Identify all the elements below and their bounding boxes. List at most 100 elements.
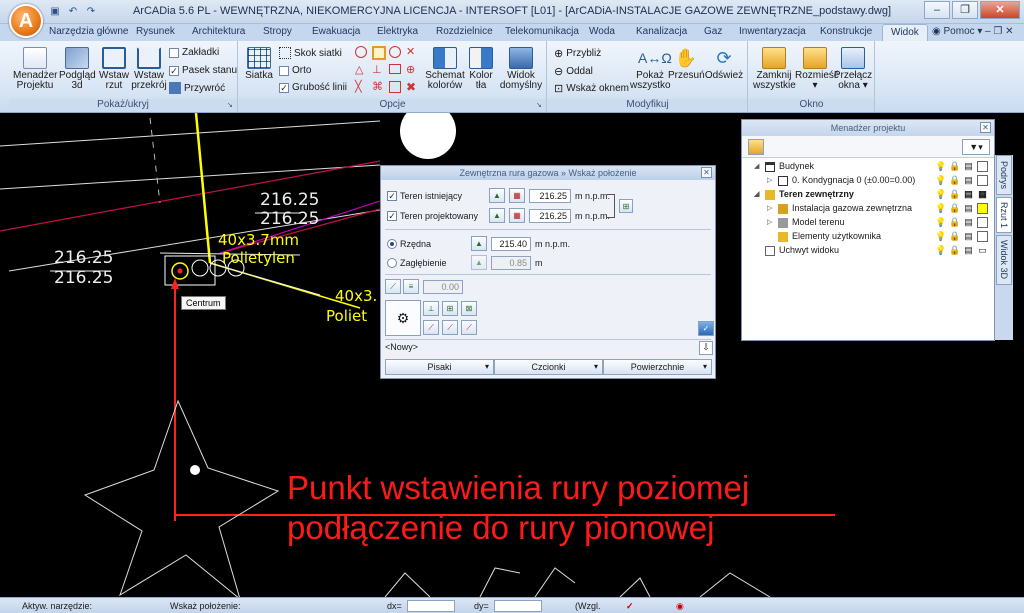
wstaw-przekroj-button[interactable]: Wstaw przekrój: [131, 47, 167, 91]
visibility-bulb-icon[interactable]: 💡: [935, 217, 946, 228]
skok-siatki-button[interactable]: Skok siatki: [279, 47, 342, 59]
grubosc-check[interactable]: ✓: [279, 82, 289, 93]
panel-close-icon[interactable]: ✕: [980, 122, 991, 133]
print-icon[interactable]: ▤: [963, 217, 974, 228]
dx-input[interactable]: [407, 600, 455, 612]
style-select[interactable]: <Nowy> ⇩: [385, 341, 713, 356]
przelacz-okna-button[interactable]: Przełącz okna ▾: [833, 47, 873, 91]
slope-pick-icon[interactable]: ⟋: [385, 279, 401, 294]
wskaz-oknem-button[interactable]: ⊡ Wskaż oknem: [554, 82, 629, 95]
snap-center-icon[interactable]: [372, 46, 386, 60]
slope-mode-icon[interactable]: ≡: [403, 279, 419, 294]
terrain-table-icon[interactable]: ▦: [509, 188, 525, 203]
help-menu[interactable]: ◉ Pomoc ▾: [932, 26, 982, 37]
layer-color-box[interactable]: [977, 231, 988, 242]
layer-style-icon[interactable]: ▭: [977, 245, 988, 256]
link-icon[interactable]: ⊞: [619, 199, 633, 213]
lock-icon[interactable]: 🔒: [949, 161, 960, 172]
menedzer-projektu-button[interactable]: Menadżer Projektu: [13, 47, 57, 91]
tab-widok-3d[interactable]: Widok 3D: [996, 235, 1012, 285]
teren-projektowany-input[interactable]: 216.25: [529, 209, 571, 223]
mdi-controls[interactable]: – ❐ ✕: [985, 26, 1013, 37]
pasek-stanu-checkbox[interactable]: ✓ Pasek stanu: [169, 65, 237, 76]
filter-dropdown-icon[interactable]: ▼▾: [962, 139, 990, 155]
dy-input[interactable]: [494, 600, 542, 612]
tab-konstrukcje[interactable]: Konstrukcje: [820, 26, 872, 37]
tab-rysunek[interactable]: Rysunek: [136, 26, 175, 37]
tree-item-teren[interactable]: ◢ Teren zewnętrzny 💡 🔒 ▤ ▦: [742, 188, 994, 202]
widok-domyslny-button[interactable]: Widok domyślny: [499, 47, 543, 91]
pick-terrain-icon[interactable]: ▲: [489, 188, 505, 203]
minimize-button[interactable]: –: [924, 1, 950, 19]
rzedna-radio[interactable]: [387, 239, 397, 249]
pokaz-wszystko-button[interactable]: A↔Ω Pokaż wszystko: [630, 47, 672, 91]
czcionki-button[interactable]: Czcionki ▾: [494, 359, 603, 375]
tab-podrys[interactable]: Podrys: [996, 155, 1012, 195]
snap-extension-icon[interactable]: ⊕: [406, 64, 420, 77]
zaglebienie-input[interactable]: 0.85: [491, 256, 531, 270]
oddal-button[interactable]: ⊖ Oddal: [554, 65, 593, 78]
lock-icon[interactable]: 🔒: [949, 175, 960, 186]
dialog-launcher-icon[interactable]: ↘: [536, 102, 544, 110]
confirm-icon[interactable]: ✓: [698, 321, 714, 336]
orto-check[interactable]: [279, 65, 289, 76]
relative-toggle[interactable]: (Wzgl.: [575, 601, 601, 611]
zamknij-wszystkie-button[interactable]: Zamknij wszystkie: [753, 47, 796, 91]
tab-architektura[interactable]: Architektura: [192, 26, 245, 37]
przywroc-button[interactable]: Przywróć: [169, 82, 225, 94]
route-mode-icon[interactable]: ⊠: [461, 301, 477, 316]
terrain-table-icon[interactable]: ▦: [509, 208, 525, 223]
snap-midpoint-icon[interactable]: △: [355, 64, 369, 77]
print-icon[interactable]: ▤: [963, 245, 974, 256]
pick-terrain-icon[interactable]: ▲: [489, 208, 505, 223]
tab-inwentaryzacja[interactable]: Inwentaryzacja: [739, 26, 806, 37]
app-menu-logo[interactable]: A: [9, 4, 43, 38]
visibility-bulb-icon[interactable]: 💡: [935, 161, 946, 172]
route-mode-icon[interactable]: ⟂: [423, 301, 439, 316]
snap-intersection-icon[interactable]: ✕: [406, 46, 420, 61]
kolor-tla-button[interactable]: Kolor tła: [467, 47, 495, 91]
print-icon[interactable]: ▤: [963, 161, 974, 172]
tree-item-kondygnacja[interactable]: ▷ 0. Kondygnacja 0 (±0.00=0.00) 💡 🔒 ▤: [742, 174, 994, 188]
teren-istniejacy-check[interactable]: ✓: [387, 191, 397, 201]
print-icon[interactable]: ▤: [963, 203, 974, 214]
snap-none-icon[interactable]: ✖: [406, 80, 420, 94]
print-icon[interactable]: ▤: [963, 189, 974, 200]
pick-depth-icon[interactable]: ▲: [471, 255, 487, 270]
tree-item-budynek[interactable]: ◢ Budynek 💡 🔒 ▤: [742, 160, 994, 174]
rzedna-input[interactable]: 215.40: [491, 237, 531, 251]
visibility-bulb-icon[interactable]: 💡: [935, 231, 946, 242]
lock-icon[interactable]: 🔒: [949, 203, 960, 214]
visibility-bulb-icon[interactable]: 💡: [935, 245, 946, 256]
zakladki-check[interactable]: [169, 47, 179, 58]
visibility-bulb-icon[interactable]: 💡: [935, 175, 946, 186]
tab-elektryka[interactable]: Elektryka: [377, 26, 418, 37]
schemat-kolorow-button[interactable]: Schemat kolorów: [425, 47, 465, 91]
lock-icon[interactable]: 🔒: [949, 231, 960, 242]
snap-nearest-icon[interactable]: [389, 64, 401, 75]
panel-title-bar[interactable]: Menadżer projektu ✕: [742, 120, 994, 136]
expander-icon[interactable]: ◢: [754, 162, 759, 170]
tree-item-instalacja[interactable]: ▷ Instalacja gazowa zewnętrzna 💡 🔒 ▤: [742, 202, 994, 216]
expander-icon[interactable]: ◢: [754, 190, 759, 198]
tab-ewakuacja[interactable]: Ewakuacja: [312, 26, 360, 37]
layer-color-box[interactable]: [977, 217, 988, 228]
expander-icon[interactable]: ▷: [767, 176, 772, 184]
powierzchnie-button[interactable]: Powierzchnie ▾: [603, 359, 712, 375]
style-dropdown-icon[interactable]: ⇩: [699, 341, 713, 355]
route-mode-icon[interactable]: ⟋: [461, 320, 477, 335]
snap-tangent-icon[interactable]: ╳: [355, 81, 369, 94]
teren-istniejacy-input[interactable]: 216.25: [529, 189, 571, 203]
print-icon[interactable]: ▤: [963, 175, 974, 186]
snap-target-icon[interactable]: ◉: [676, 601, 684, 612]
tree-item-uchwyt[interactable]: Uchwyt widoku 💡 🔒 ▤ ▭: [742, 244, 994, 258]
expander-icon[interactable]: ▷: [767, 204, 772, 212]
odswiez-button[interactable]: ⟳ Odśwież: [704, 47, 744, 81]
multicolor-icon[interactable]: ▦: [977, 189, 988, 200]
lock-icon[interactable]: 🔒: [949, 245, 960, 256]
close-button[interactable]: ✕: [980, 1, 1020, 19]
route-mode-icon[interactable]: ⟋: [423, 320, 439, 335]
tree-item-model-terenu[interactable]: ▷ Model terenu 💡 🔒 ▤: [742, 216, 994, 230]
add-level-icon[interactable]: [748, 139, 764, 155]
tree-item-elementy[interactable]: Elementy użytkownika 💡 🔒 ▤: [742, 230, 994, 244]
